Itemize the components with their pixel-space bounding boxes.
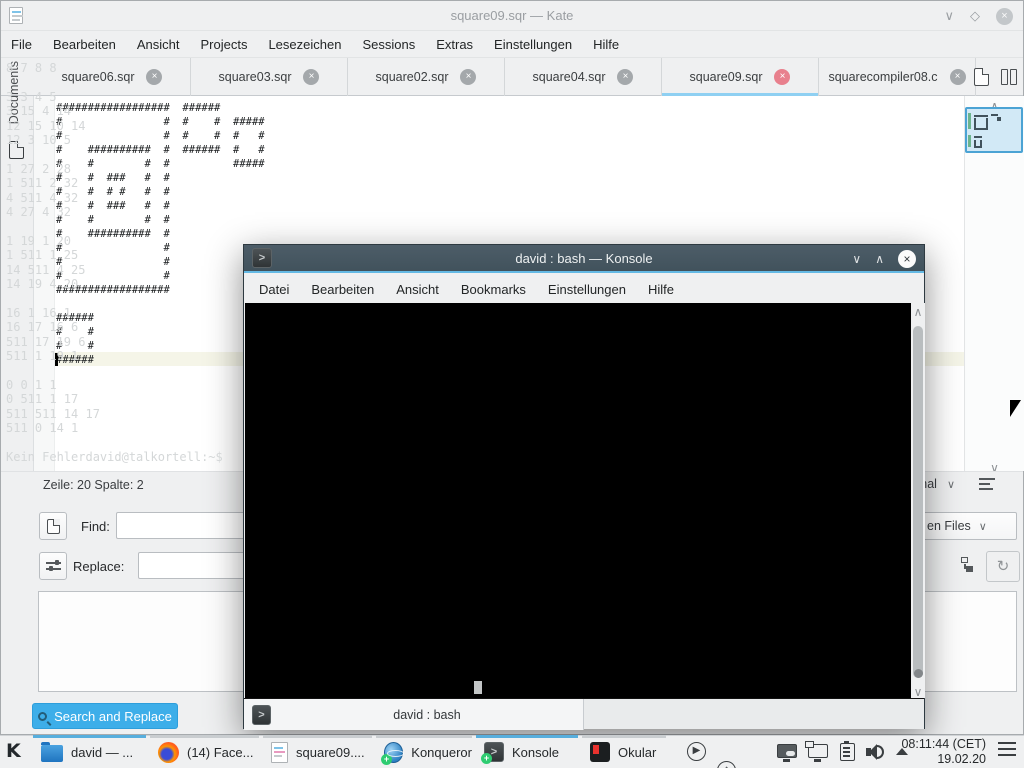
- firefox-icon: [158, 741, 179, 763]
- split-view-icon[interactable]: [1001, 69, 1017, 85]
- kate-menubar: File Bearbeiten Ansicht Projects Lesezei…: [1, 31, 1023, 58]
- konsole-tabbar: > david : bash: [244, 698, 924, 730]
- kate-titlebar[interactable]: square09.sqr — Kate ∨ ◇ ×: [1, 1, 1023, 31]
- scroll-up-icon[interactable]: ∧: [911, 305, 925, 319]
- tab-close-icon[interactable]: ×: [949, 69, 966, 85]
- menu-sessions[interactable]: Sessions: [362, 37, 415, 52]
- tab-square04[interactable]: square04.sqr ×: [505, 58, 662, 96]
- konsole-menubar: Datei Bearbeiten Ansicht Bookmarks Einst…: [244, 275, 924, 303]
- find-label: Find:: [81, 519, 110, 534]
- screens-tray-icon[interactable]: [805, 741, 828, 762]
- konsole-icon: > +: [481, 742, 504, 764]
- menu-hilfe[interactable]: Hilfe: [593, 37, 619, 52]
- scrollbar-dot: [914, 669, 923, 678]
- konqueror-globe-icon: +: [381, 741, 405, 765]
- kate-minimize-icon[interactable]: ∨: [944, 8, 954, 24]
- menu-einstellungen[interactable]: Einstellungen: [494, 37, 572, 52]
- media-player-tray-icon[interactable]: ▶: [687, 742, 706, 761]
- plus-badge: +: [381, 753, 392, 765]
- menu-file[interactable]: File: [11, 37, 32, 52]
- menu-lesezeichen[interactable]: Lesezeichen: [268, 37, 341, 52]
- terminal-cursor: [474, 681, 482, 694]
- tab-close-icon[interactable]: ×: [774, 69, 791, 85]
- task-dolphin[interactable]: david — ...: [33, 735, 146, 768]
- konsole-close-icon[interactable]: ×: [898, 250, 916, 268]
- kate-maximize-icon[interactable]: ◇: [970, 8, 980, 24]
- mouse-pointer: [1010, 400, 1021, 417]
- application-launcher-icon[interactable]: K: [6, 740, 21, 762]
- kate-close-icon[interactable]: ×: [996, 7, 1013, 25]
- chevron-down-icon: ∨: [978, 520, 987, 533]
- tab-close-icon[interactable]: ×: [617, 69, 634, 85]
- panel-menu-icon[interactable]: [998, 742, 1016, 760]
- task-kate[interactable]: square09....: [263, 735, 372, 768]
- kate-window-title: square09.sqr — Kate: [450, 8, 574, 23]
- menu-hilfe[interactable]: Hilfe: [648, 282, 674, 297]
- scroll-down-icon[interactable]: ∨: [911, 685, 925, 699]
- kate-document-icon: [271, 741, 288, 763]
- new-document-icon[interactable]: [974, 68, 989, 86]
- menu-ansicht[interactable]: Ansicht: [137, 37, 180, 52]
- konsole-window: > david : bash — Konsole ∨ ∧ × Datei Bea…: [243, 244, 925, 730]
- menu-datei[interactable]: Datei: [259, 282, 289, 297]
- tab-close-icon[interactable]: ×: [303, 69, 320, 85]
- cursor-position-status: Zeile: 20 Spalte: 2: [43, 478, 144, 492]
- minimap-viewport[interactable]: [965, 107, 1023, 153]
- clock-time: 08:11:44 (CET): [901, 737, 986, 751]
- search-icon: [38, 711, 48, 721]
- tab-close-icon[interactable]: ×: [460, 69, 477, 85]
- tab-squarecompiler08[interactable]: squarecompiler08.c ×: [819, 58, 976, 96]
- clipboard-tray-icon[interactable]: [840, 741, 860, 762]
- folder-icon: [41, 742, 63, 762]
- task-konqueror[interactable]: + Konqueror: [376, 735, 472, 768]
- tab-square09-active[interactable]: square09.sqr ×: [662, 58, 819, 96]
- terminal-screen[interactable]: [245, 303, 911, 698]
- task-konsole[interactable]: > + Konsole: [476, 735, 578, 768]
- chevron-down-icon: ∨: [946, 478, 955, 491]
- refresh-search-button[interactable]: ↻: [986, 551, 1020, 582]
- konsole-minimize-icon[interactable]: ∨: [852, 252, 861, 266]
- konsole-maximize-icon[interactable]: ∧: [875, 252, 884, 266]
- menu-ansicht[interactable]: Ansicht: [396, 282, 439, 297]
- okular-icon: [590, 742, 610, 762]
- expand-results-icon[interactable]: [957, 557, 973, 573]
- menu-einstellungen[interactable]: Einstellungen: [548, 282, 626, 297]
- search-and-replace-toolview-button[interactable]: Search and Replace: [32, 703, 178, 729]
- terminal-output: 8 7 8 8 3 3 4 5 3 15 4 14 12 15 10 14 12…: [6, 61, 223, 464]
- menu-bookmarks[interactable]: Bookmarks: [461, 282, 526, 297]
- clock-date: 19.02.20: [937, 752, 986, 766]
- replace-options-button[interactable]: [39, 552, 67, 580]
- tab-square02[interactable]: square02.sqr ×: [348, 58, 505, 96]
- task-okular[interactable]: Okular: [582, 735, 666, 768]
- display-tray-icon[interactable]: [777, 742, 797, 762]
- line-settings-icon[interactable]: [979, 478, 995, 490]
- add-search-tab-button[interactable]: [39, 512, 67, 540]
- konsole-titlebar[interactable]: > david : bash — Konsole ∨ ∧ ×: [244, 245, 924, 273]
- terminal-tab-icon: >: [252, 704, 271, 725]
- replace-label: Replace:: [73, 559, 125, 574]
- konsole-window-title: david : bash — Konsole: [515, 250, 653, 266]
- menu-bearbeiten[interactable]: Bearbeiten: [311, 282, 374, 297]
- digital-clock[interactable]: 08:11:44 (CET) 19.02.20: [901, 737, 986, 767]
- task-firefox[interactable]: (14) Face...: [150, 735, 259, 768]
- konsole-tab-david-bash[interactable]: > david : bash: [244, 699, 584, 730]
- refresh-icon: ↻: [996, 558, 1010, 575]
- menu-extras[interactable]: Extras: [436, 37, 473, 52]
- search-scope-dropdown[interactable]: en Files ∨: [919, 512, 1017, 540]
- volume-tray-icon[interactable]: [866, 742, 888, 764]
- menu-bearbeiten[interactable]: Bearbeiten: [53, 37, 116, 52]
- menu-projects[interactable]: Projects: [200, 37, 247, 52]
- plus-badge: +: [481, 753, 492, 764]
- terminal-scrollbar-thumb[interactable]: [913, 326, 923, 678]
